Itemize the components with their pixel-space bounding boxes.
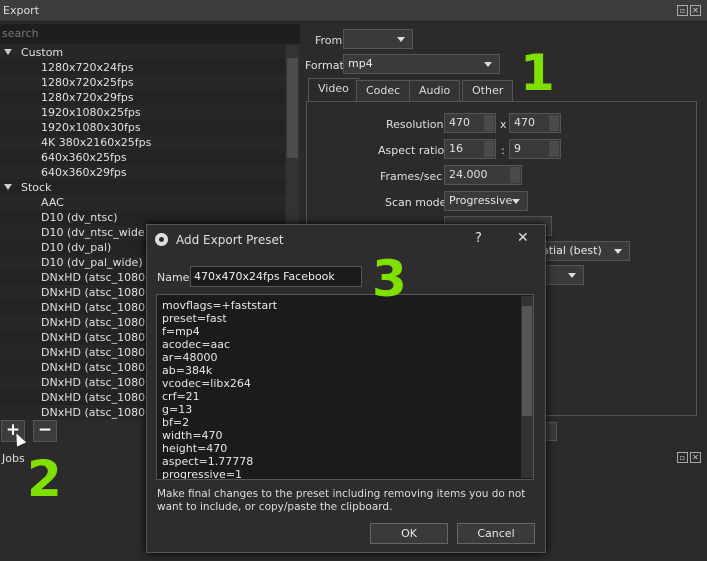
close-icon[interactable]: ✕	[690, 452, 701, 463]
chevron-down-icon	[568, 273, 576, 278]
tree-item[interactable]: 1280x720x24fps	[0, 60, 285, 75]
expand-arrow-icon[interactable]	[4, 49, 12, 55]
tree-scrollbar-thumb[interactable]	[287, 58, 298, 158]
preset-property-line: g=13	[162, 403, 193, 416]
tab-other[interactable]: Other	[462, 80, 514, 101]
help-icon[interactable]: ?	[475, 231, 482, 246]
preset-property-line: acodec=aac	[162, 338, 231, 351]
tree-item[interactable]: 1280x720x25fps	[0, 75, 285, 90]
preset-property-line: ar=48000	[162, 351, 218, 364]
preset-name-input[interactable]: 470x470x24fps Facebook	[190, 266, 362, 287]
tree-group-label: Stock	[21, 181, 52, 194]
scan-mode-label: Scan mode	[385, 196, 447, 209]
from-label: From	[315, 34, 343, 47]
preset-property-line: movflags=+faststart	[162, 299, 278, 312]
preset-property-line: height=470	[162, 442, 228, 455]
tree-group-label: Custom	[21, 46, 64, 59]
preset-property-line: ab=384k	[162, 364, 213, 377]
preset-properties-textarea[interactable]: movflags=+faststart preset=fast f=mp4 acode…	[156, 294, 534, 480]
resolution-label: Resolution	[386, 118, 444, 131]
aspect-colon-label: :	[501, 144, 505, 157]
name-label: Name	[157, 271, 190, 284]
aspect-den-spinbox[interactable]: 9	[509, 139, 561, 159]
close-icon[interactable]: ✕	[517, 230, 529, 246]
spin-up-icon[interactable]	[549, 141, 559, 149]
spin-up-icon[interactable]	[510, 167, 520, 175]
preset-property-line: f=mp4	[162, 325, 200, 338]
ok-button[interactable]: OK	[370, 523, 448, 544]
float-icon[interactable]: ▫	[677, 5, 688, 16]
textarea-scrollbar[interactable]	[521, 296, 533, 478]
chevron-down-icon	[512, 199, 520, 204]
close-icon[interactable]: ✕	[690, 5, 701, 16]
preset-property-line: preset=fast	[162, 312, 227, 325]
spin-up-icon[interactable]	[484, 115, 494, 123]
chevron-down-icon	[484, 62, 492, 67]
tree-item[interactable]: AAC	[0, 195, 285, 210]
dialog-title: Add Export Preset	[176, 233, 284, 247]
app-logo-icon	[155, 233, 168, 246]
textarea-scrollbar-thumb[interactable]	[522, 306, 532, 416]
spin-down-icon[interactable]	[484, 149, 494, 157]
dialog-hint-text: Make final changes to the preset includi…	[157, 488, 526, 513]
aspect-ratio-label: Aspect ratio	[378, 144, 445, 157]
spin-down-icon[interactable]	[484, 123, 494, 131]
tree-item[interactable]: 1280x720x29fps	[0, 90, 285, 105]
expand-arrow-icon[interactable]	[4, 184, 12, 190]
tree-item[interactable]: 640x360x25fps	[0, 150, 285, 165]
jobs-window-controls: ▫ ✕	[677, 452, 701, 463]
spin-up-icon[interactable]	[484, 141, 494, 149]
fps-label: Frames/sec	[380, 170, 443, 183]
tree-item[interactable]: 640x360x29fps	[0, 165, 285, 180]
fps-spinbox[interactable]: 24.000	[444, 165, 522, 185]
tab-audio[interactable]: Audio	[409, 80, 461, 101]
tree-group[interactable]: Custom	[0, 45, 285, 60]
export-panel-titlebar: Export ▫ ✕	[0, 0, 707, 22]
add-export-preset-dialog: Add Export Preset ? ✕ Name 470x470x24fps…	[146, 224, 546, 553]
aspect-num-spinbox[interactable]: 16	[444, 139, 496, 159]
format-label: Format	[305, 59, 344, 72]
preset-property-line: bf=2	[162, 416, 190, 429]
annotation-3: 3	[372, 250, 407, 308]
panel-window-controls: ▫ ✕	[677, 5, 701, 16]
scan-mode-combo[interactable]: Progressive	[444, 191, 528, 211]
float-icon[interactable]: ▫	[677, 452, 688, 463]
annotation-1: 1	[520, 44, 555, 102]
chevron-down-icon	[397, 37, 405, 42]
tab-video[interactable]: Video	[308, 78, 359, 102]
annotation-2: 2	[27, 450, 62, 508]
height-spinbox[interactable]: 470	[509, 113, 561, 133]
tree-item[interactable]: 1920x1080x25fps	[0, 105, 285, 120]
chevron-down-icon	[614, 249, 622, 254]
dialog-titlebar: Add Export Preset ? ✕	[147, 225, 545, 254]
preset-property-line: aspect=1.77778	[162, 455, 254, 468]
spin-up-icon[interactable]	[549, 115, 559, 123]
tree-item[interactable]: 1920x1080x30fps	[0, 120, 285, 135]
spin-down-icon[interactable]	[549, 123, 559, 131]
width-spinbox[interactable]: 470	[444, 113, 496, 133]
remove-preset-button[interactable]: −	[33, 420, 57, 442]
from-combo[interactable]	[343, 29, 413, 49]
jobs-title: Jobs	[2, 452, 25, 465]
spin-down-icon[interactable]	[510, 175, 520, 183]
resolution-x-label: x	[500, 118, 507, 131]
tree-group[interactable]: Stock	[0, 180, 285, 195]
preset-property-line: vcodec=libx264	[162, 377, 251, 390]
preset-property-line: progressive=1	[162, 468, 243, 480]
tree-item[interactable]: 4K 380x2160x25fps	[0, 135, 285, 150]
preset-property-line: crf=21	[162, 390, 200, 403]
tree-item[interactable]: D10 (dv_ntsc)	[0, 210, 285, 225]
format-combo[interactable]: mp4	[343, 54, 500, 74]
panel-title: Export	[3, 4, 40, 17]
search-input[interactable]: search	[0, 24, 300, 44]
cancel-button[interactable]: Cancel	[457, 523, 535, 544]
preset-property-line: width=470	[162, 429, 223, 442]
spin-down-icon[interactable]	[549, 149, 559, 157]
tab-codec[interactable]: Codec	[356, 80, 411, 101]
